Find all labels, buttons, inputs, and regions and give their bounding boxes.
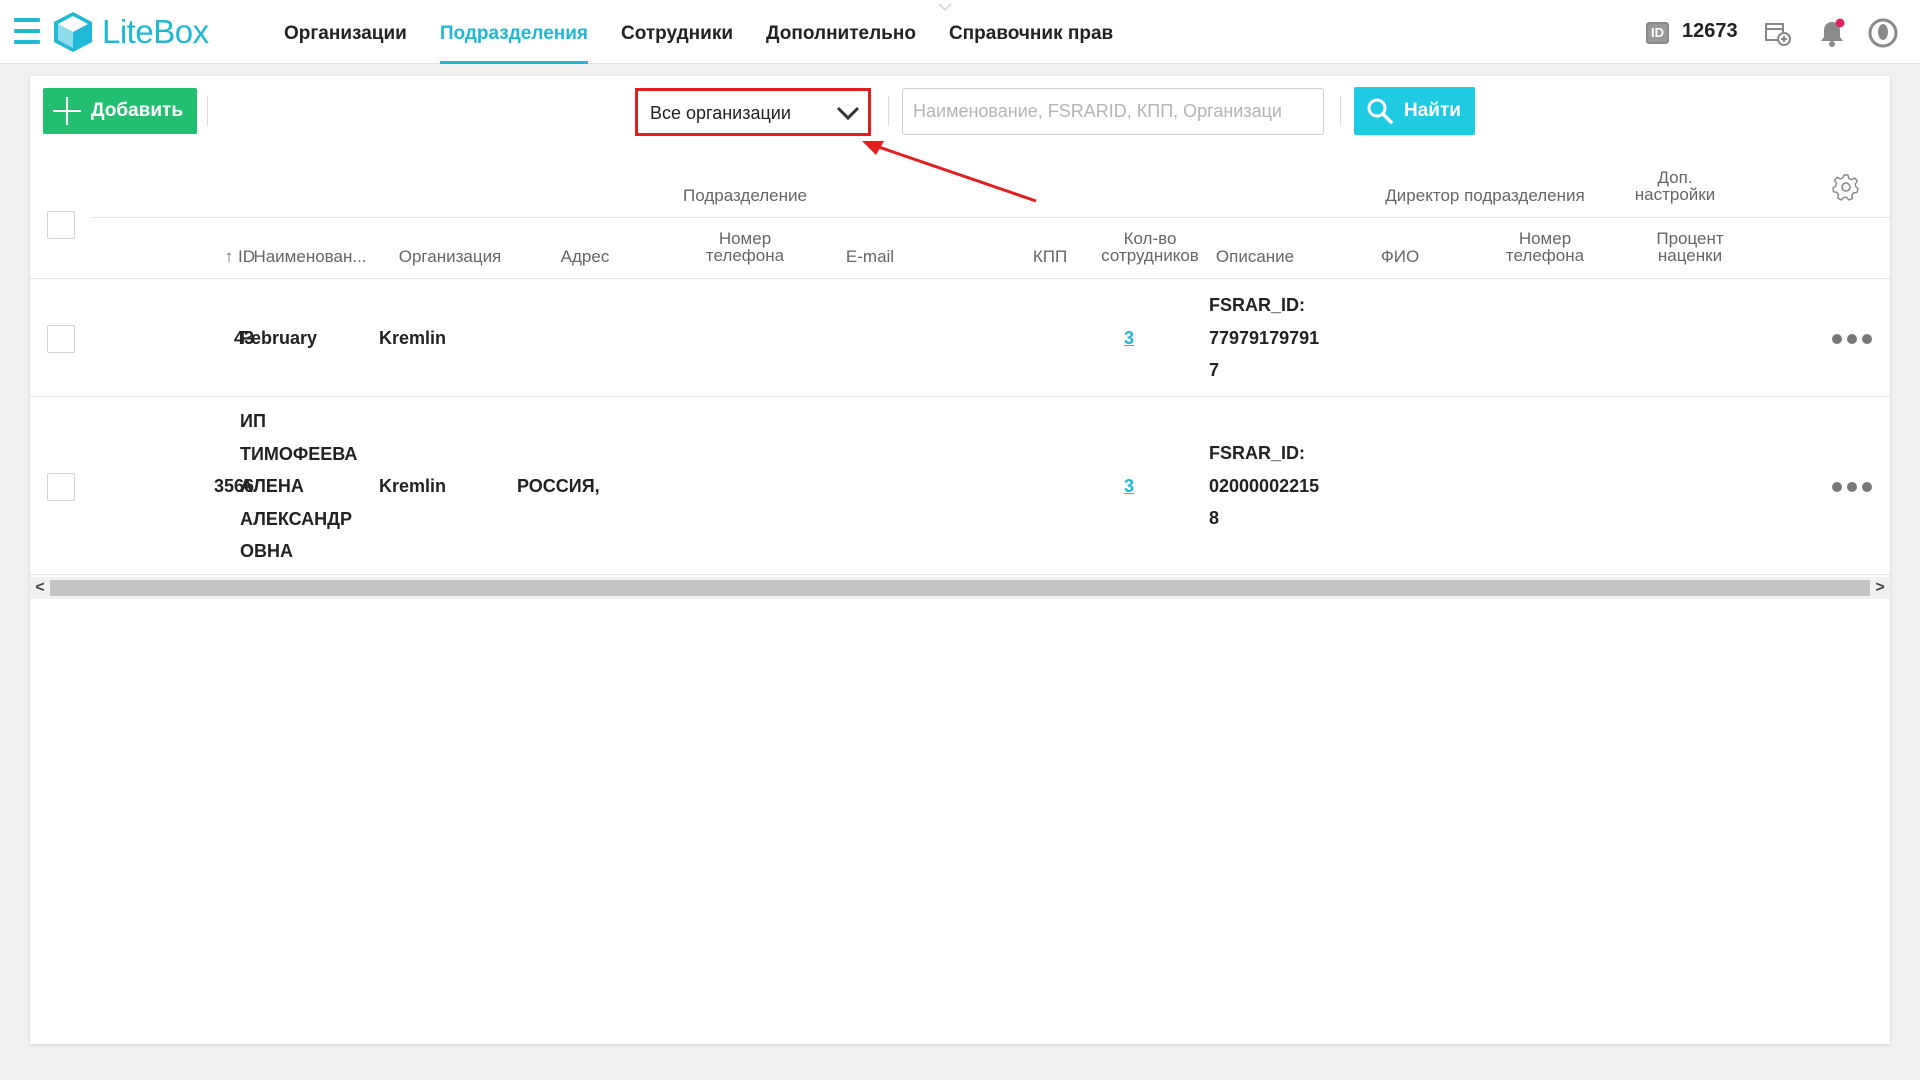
find-button-label: Найти	[1404, 100, 1461, 121]
row-description-line: 77979179791	[1209, 327, 1320, 348]
row-name: ИП ТИМОФЕЕВА АЛЕНА АЛЕКСАНДР ОВНА	[240, 405, 370, 568]
column-header-director-phone[interactable]: Номер телефона	[1470, 230, 1620, 264]
row-description-line: 7	[1209, 360, 1220, 380]
row-description-line: FSRAR_ID:	[1209, 443, 1306, 463]
search-icon	[1367, 98, 1393, 124]
group-header-extra-line1: Доп.	[1657, 168, 1693, 187]
column-header-email[interactable]: E-mail	[820, 248, 920, 265]
menu-icon[interactable]	[14, 16, 40, 46]
chevron-down-icon	[836, 106, 860, 121]
column-header-address[interactable]: Адрес	[540, 248, 630, 265]
annotation-arrow	[862, 141, 1037, 203]
add-button-label: Добавить	[91, 100, 184, 121]
column-header-name[interactable]: Наименован...	[240, 248, 380, 265]
column-header-markup-line1: Процент	[1656, 229, 1724, 248]
row-employees-count-link[interactable]: 3	[1124, 322, 1144, 355]
chevron-down-icon	[938, 3, 952, 12]
group-header-extra-line2: настройки	[1634, 185, 1716, 204]
nav-rights-reference[interactable]: Справочник прав	[949, 0, 1113, 64]
sort-up-arrow-icon: ↑	[224, 247, 234, 266]
logo-text: LiteBox	[102, 13, 209, 50]
scroll-left-arrow[interactable]: <	[30, 577, 50, 599]
column-header-markup-percent[interactable]: Процент наценки	[1640, 230, 1740, 264]
scroll-right-arrow[interactable]: >	[1870, 577, 1890, 599]
plus-icon	[53, 97, 81, 125]
column-header-description[interactable]: Описание	[1200, 248, 1310, 265]
more-actions-icon[interactable]	[1832, 333, 1872, 345]
column-header-employees-line1: Кол-во	[1123, 229, 1177, 248]
group-header-director: Директор подразделения	[1385, 186, 1585, 205]
group-header-division: Подразделение	[683, 186, 807, 205]
row-organization: Kremlin	[379, 476, 447, 496]
row-name-line: ИП	[240, 411, 266, 431]
column-header-organization[interactable]: Организация	[375, 248, 525, 265]
add-store-icon[interactable]	[1763, 18, 1793, 48]
row-organization: Kremlin	[379, 328, 447, 348]
column-header-phone-line1: Номер	[718, 229, 772, 248]
id-badge: ID	[1646, 22, 1669, 44]
row-name-line: February	[240, 328, 318, 348]
more-actions-icon[interactable]	[1832, 481, 1872, 493]
litebox-logo-icon	[54, 12, 92, 52]
group-header-extra-settings: Доп. настройки	[1630, 169, 1720, 203]
top-bar: LiteBox Организации Подразделения Сотруд…	[0, 0, 1920, 64]
row-checkbox[interactable]	[47, 473, 75, 501]
row-description: FSRAR_ID: 77979179791 7	[1209, 289, 1349, 387]
row-description-line: FSRAR_ID:	[1209, 295, 1306, 315]
column-header-employees-line2: сотрудников	[1101, 246, 1199, 265]
row-description-line: 8	[1209, 508, 1220, 528]
nav-additional[interactable]: Дополнительно	[766, 0, 916, 64]
row-name-line: ТИМОФЕЕВА	[240, 443, 358, 464]
app-logo[interactable]: LiteBox	[54, 12, 209, 52]
column-header-director-phone-line2: телефона	[1505, 246, 1585, 265]
divider	[207, 96, 208, 126]
nav-divisions[interactable]: Подразделения	[439, 0, 589, 64]
row-name-line: АЛЕНА	[240, 476, 304, 496]
user-avatar-icon[interactable]	[1868, 18, 1898, 48]
nav-organizations[interactable]: Организации	[284, 0, 407, 64]
horizontal-scrollbar[interactable]: < >	[30, 577, 1890, 599]
row-name-line: ОВНА	[240, 541, 293, 561]
column-header-kpp[interactable]: КПП	[1020, 248, 1080, 265]
row-name: February	[240, 322, 370, 355]
table-row[interactable]: 3566 ИП ТИМОФЕЕВА АЛЕНА АЛЕКСАНДР ОВНА K…	[30, 397, 1890, 575]
row-name-line: АЛЕКСАНДР	[240, 508, 352, 529]
search-input[interactable]	[902, 88, 1324, 135]
bell-icon[interactable]	[1817, 18, 1847, 48]
column-header-director-phone-line1: Номер	[1518, 229, 1572, 248]
column-header-phone[interactable]: Номер телефона	[670, 230, 820, 264]
divider	[888, 96, 889, 126]
divider	[1340, 96, 1341, 126]
header-group-divider	[92, 217, 1890, 218]
column-header-employees-count[interactable]: Кол-во сотрудников	[1090, 230, 1210, 264]
column-header-fio[interactable]: ФИО	[1370, 248, 1430, 265]
main-nav: Организации Подразделения Сотрудники Доп…	[284, 0, 1146, 64]
nav-employees[interactable]: Сотрудники	[621, 0, 733, 64]
table-row[interactable]: 43 February Kremlin 3 FSRAR_ID: 77979179…	[30, 279, 1890, 397]
column-header-markup-line2: наценки	[1657, 246, 1723, 265]
gear-icon[interactable]	[1832, 173, 1860, 201]
find-button[interactable]: Найти	[1354, 87, 1475, 135]
row-address: РОССИЯ,	[517, 476, 600, 496]
organization-select[interactable]: Все организации	[635, 88, 871, 136]
column-header-phone-line2: телефона	[705, 246, 785, 265]
scrollbar-thumb[interactable]	[50, 580, 1870, 596]
organization-select-value: Все организации	[650, 103, 791, 123]
row-description-line: 02000002215	[1209, 475, 1320, 496]
select-all-checkbox[interactable]	[47, 211, 75, 239]
account-id: 12673	[1682, 20, 1738, 42]
row-description: FSRAR_ID: 02000002215 8	[1209, 437, 1349, 535]
add-button[interactable]: Добавить	[43, 88, 197, 134]
divisions-panel: Добавить Все организации Найти Подраздел…	[30, 76, 1890, 1044]
row-checkbox[interactable]	[47, 325, 75, 353]
row-employees-count-link[interactable]: 3	[1124, 470, 1144, 503]
